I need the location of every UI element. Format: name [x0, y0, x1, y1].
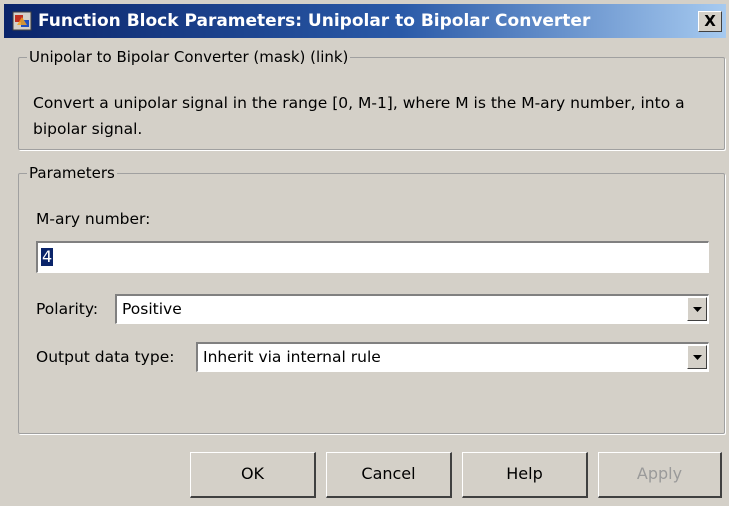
mary-number-label: M-ary number:	[36, 210, 151, 228]
polarity-label: Polarity:	[36, 300, 99, 318]
description-legend: Unipolar to Bipolar Converter (mask) (li…	[29, 48, 349, 66]
mary-number-input[interactable]: 4	[36, 241, 709, 273]
cancel-button[interactable]: Cancel	[326, 452, 452, 498]
dropdown-arrow-icon[interactable]	[687, 345, 707, 369]
apply-button[interactable]: Apply	[598, 452, 722, 498]
close-button[interactable]: X	[698, 11, 722, 32]
output-data-type-selected: Inherit via internal rule	[203, 348, 381, 366]
dialog-window: Function Block Parameters: Unipolar to B…	[0, 0, 729, 506]
output-data-type-label: Output data type:	[36, 348, 175, 366]
dropdown-arrow-icon[interactable]	[687, 297, 707, 321]
mary-number-value: 4	[41, 247, 54, 266]
description-text: Convert a unipolar signal in the range […	[33, 94, 685, 138]
polarity-selected: Positive	[122, 300, 182, 318]
polarity-dropdown[interactable]: Positive	[115, 294, 709, 324]
title-bar[interactable]: Function Block Parameters: Unipolar to B…	[4, 4, 726, 38]
simulink-block-icon	[12, 11, 32, 31]
help-button[interactable]: Help	[462, 452, 588, 498]
parameters-legend: Parameters	[29, 164, 115, 182]
ok-button[interactable]: OK	[190, 452, 316, 498]
window-title: Function Block Parameters: Unipolar to B…	[38, 11, 591, 31]
output-data-type-dropdown[interactable]: Inherit via internal rule	[196, 342, 709, 372]
